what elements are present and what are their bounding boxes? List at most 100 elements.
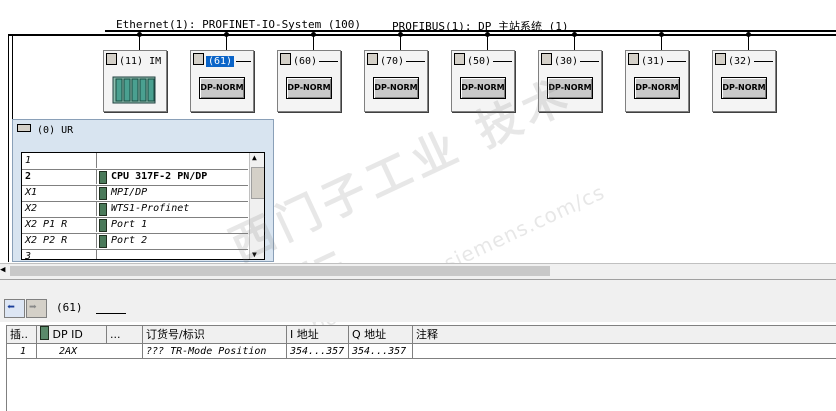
station-header: (70): [367, 53, 425, 67]
station-id: (60): [293, 56, 318, 67]
dp-norm-device[interactable]: DP-NORM: [199, 77, 245, 99]
station-id: (32): [728, 56, 753, 67]
device-icon: [280, 53, 291, 65]
module-icon: [99, 187, 107, 200]
rack-module-cell[interactable]: [96, 249, 249, 259]
slot-cell[interactable]: 1: [7, 344, 37, 359]
dp-norm-device[interactable]: DP-NORM: [460, 77, 506, 99]
rack-module-cell[interactable]: CPU 317F-2 PN/DP: [96, 169, 249, 184]
station-header: (60): [280, 53, 338, 67]
rack-connector-line: [12, 34, 13, 120]
station-3[interactable]: (70) DP-NORM: [364, 50, 428, 112]
rack-table: 1 2 CPU 317F-2 PN/DP X1 MPI/DP X2 WTS1-Profine…: [21, 152, 265, 260]
rack-row[interactable]: X2 WTS1-Profinet: [22, 201, 248, 218]
rack-vertical-scrollbar[interactable]: ▲ ▼: [249, 153, 264, 259]
rack-row[interactable]: 3: [22, 249, 249, 260]
rack-module-cell[interactable]: [96, 153, 249, 168]
station-6[interactable]: (31) DP-NORM: [625, 50, 689, 112]
station-5[interactable]: (30) DP-NORM: [538, 50, 602, 112]
station-0[interactable]: (11) IM 1: [103, 50, 167, 112]
rack-row[interactable]: 2 CPU 317F-2 PN/DP: [22, 169, 248, 186]
rack-row[interactable]: X2 P1 R Port 1: [22, 217, 248, 234]
column-header[interactable]: Q 地址: [349, 326, 413, 344]
forward-button[interactable]: ➡: [26, 299, 47, 318]
dp-norm-device[interactable]: DP-NORM: [373, 77, 419, 99]
station-name-underline: [406, 61, 425, 62]
station-4[interactable]: (50) DP-NORM: [451, 50, 515, 112]
ethernet-bus-line[interactable]: [105, 30, 836, 32]
station-id: (50): [467, 56, 492, 67]
i-address-cell[interactable]: 354...357: [287, 344, 349, 359]
rack-scroll-thumb[interactable]: [251, 167, 264, 199]
rack-window[interactable]: (0) UR 1 2 CPU 317F-2 PN/DP X1 MPI/DP X2 WTS1-…: [12, 119, 274, 262]
rack-icon: [17, 124, 31, 132]
q-address-cell[interactable]: 354...357: [349, 344, 413, 359]
station-2[interactable]: (60) DP-NORM: [277, 50, 341, 112]
pane-splitter[interactable]: [0, 279, 836, 297]
bus-connection-dot: [572, 32, 577, 37]
station-name-underline: [319, 61, 338, 62]
rack-module-cell[interactable]: Port 2: [96, 233, 249, 248]
bus-connection-dot: [746, 32, 751, 37]
rack-module-cell[interactable]: MPI/DP: [96, 185, 249, 200]
station-id: (11) IM 1: [119, 56, 164, 67]
dp-id-cell[interactable]: 2AX: [37, 344, 143, 359]
column-header[interactable]: 注释: [413, 326, 836, 344]
column-header[interactable]: I 地址: [287, 326, 349, 344]
scroll-left-arrow-icon[interactable]: ◀: [0, 265, 5, 275]
rack-module-name: WTS1-Profinet: [111, 203, 190, 214]
station-header: (30): [541, 53, 599, 67]
rack-slot: 3: [25, 251, 32, 260]
module-icon: [99, 203, 107, 216]
detail-toolbar: ⬅ ➡ (61): [0, 296, 836, 322]
column-header[interactable]: ...: [107, 326, 143, 344]
station-header: (11) IM 1: [106, 53, 164, 67]
station-id: (70): [380, 56, 405, 67]
station-id: (30): [554, 56, 579, 67]
scroll-down-arrow-icon[interactable]: ▼: [252, 250, 257, 259]
rack-module-name: Port 2: [111, 235, 148, 246]
detail-title: (61): [56, 301, 83, 314]
rack-module-cell[interactable]: Port 1: [96, 217, 249, 232]
station-name-underline: [236, 61, 251, 62]
device-icon: [541, 53, 552, 65]
arrow-left-icon: ⬅: [7, 300, 15, 315]
station-name-underline: [667, 61, 686, 62]
rack-slot: 1: [25, 155, 32, 166]
column-header[interactable]: DP ID: [37, 326, 107, 344]
rack-row[interactable]: 1: [22, 153, 248, 170]
order-number-cell[interactable]: ??? TR-Mode Position: [143, 344, 287, 359]
dp-norm-device[interactable]: DP-NORM: [634, 77, 680, 99]
station-header: (31): [628, 53, 686, 67]
profibus-bus-line[interactable]: [8, 34, 836, 36]
rack-row[interactable]: X2 P2 R Port 2: [22, 233, 248, 250]
station-header: (50): [454, 53, 512, 67]
back-button[interactable]: ⬅: [4, 299, 25, 318]
column-header[interactable]: 订货号/标识: [143, 326, 287, 344]
device-icon: [106, 53, 117, 65]
rack-slot: X2: [25, 203, 38, 214]
dp-norm-device[interactable]: DP-NORM: [286, 77, 332, 99]
module-icon: [40, 326, 49, 340]
station-header: (61): [193, 53, 251, 67]
station-name-underline: [493, 61, 512, 62]
station-name-underline: [754, 61, 773, 62]
rack-slot: 2: [25, 171, 32, 182]
rack-module-name: CPU 317F-2 PN/DP: [111, 171, 208, 182]
network-horizontal-scrollbar[interactable]: ◀: [0, 263, 836, 279]
arrow-right-icon: ➡: [29, 300, 37, 315]
comment-cell[interactable]: [413, 344, 836, 359]
module-icon: [99, 235, 107, 248]
station-1[interactable]: (61) DP-NORM: [190, 50, 254, 112]
scroll-up-arrow-icon[interactable]: ▲: [252, 153, 257, 162]
device-icon: [715, 53, 726, 65]
rack-row[interactable]: X1 MPI/DP: [22, 185, 248, 202]
dp-norm-device[interactable]: DP-NORM: [721, 77, 767, 99]
horizontal-scroll-thumb[interactable]: [10, 266, 550, 276]
station-id: (31): [641, 56, 666, 67]
dp-norm-device[interactable]: DP-NORM: [547, 77, 593, 99]
column-header[interactable]: 插..: [7, 326, 37, 344]
rack-module-cell[interactable]: WTS1-Profinet: [96, 201, 249, 216]
device-icon: [367, 53, 378, 65]
station-7[interactable]: (32) DP-NORM: [712, 50, 776, 112]
